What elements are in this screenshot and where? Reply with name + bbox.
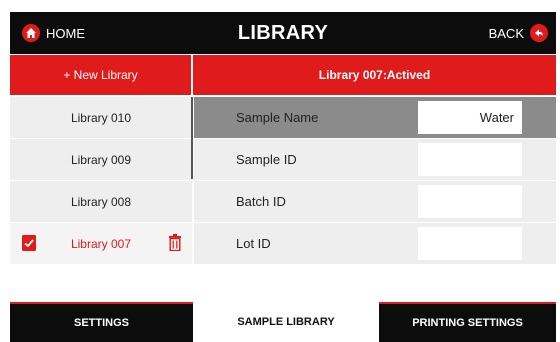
field-row-sample-name: Sample Name — [194, 97, 556, 138]
sample-name-input[interactable] — [418, 101, 522, 134]
field-label: Sample Name — [236, 110, 319, 125]
tab-settings[interactable]: SETTINGS — [10, 304, 193, 342]
field-label: Lot ID — [236, 236, 271, 251]
library-fields: Sample Name Sample ID Batch ID Lot ID — [194, 97, 556, 265]
field-row-lot-id: Lot ID — [194, 223, 556, 264]
library-item-007[interactable]: Library 007 — [10, 223, 192, 264]
top-bar: HOME LIBRARY BACK — [10, 12, 556, 54]
library-list-scrollbar[interactable] — [191, 97, 193, 179]
page-title: LIBRARY — [237, 22, 329, 44]
bottom-tab-bar: SETTINGS SAMPLE LIBRARY PRINTING SETTING… — [10, 302, 556, 342]
back-button[interactable]: BACK — [489, 12, 548, 54]
library-list: Library 010 Library 009 Library 008 Libr… — [10, 97, 192, 265]
library-item-009[interactable]: Library 009 — [10, 139, 192, 180]
tab-printing-settings[interactable]: PRINTING SETTINGS — [379, 304, 556, 342]
batch-id-input[interactable] — [418, 185, 522, 218]
library-item-label: Library 007 — [70, 236, 132, 251]
back-arrow-icon — [530, 24, 548, 42]
field-label: Batch ID — [236, 194, 286, 209]
field-label: Sample ID — [236, 152, 297, 167]
library-item-label: Library 009 — [70, 152, 132, 167]
back-label: BACK — [488, 25, 524, 41]
lot-id-input[interactable] — [418, 227, 522, 260]
library-item-label: Library 008 — [70, 194, 132, 209]
active-library-status: Library 007:Actived — [193, 55, 556, 95]
field-row-batch-id: Batch ID — [194, 181, 556, 222]
library-check-icon — [22, 235, 36, 254]
sample-id-input[interactable] — [418, 143, 522, 176]
field-row-sample-id: Sample ID — [194, 139, 556, 180]
trash-icon[interactable] — [168, 234, 182, 254]
library-item-label: Library 010 — [70, 110, 132, 125]
new-library-button[interactable]: + New Library — [10, 55, 192, 95]
tab-sample-library[interactable]: SAMPLE LIBRARY — [193, 302, 379, 342]
library-item-008[interactable]: Library 008 — [10, 181, 192, 222]
library-item-010[interactable]: Library 010 — [10, 97, 192, 138]
